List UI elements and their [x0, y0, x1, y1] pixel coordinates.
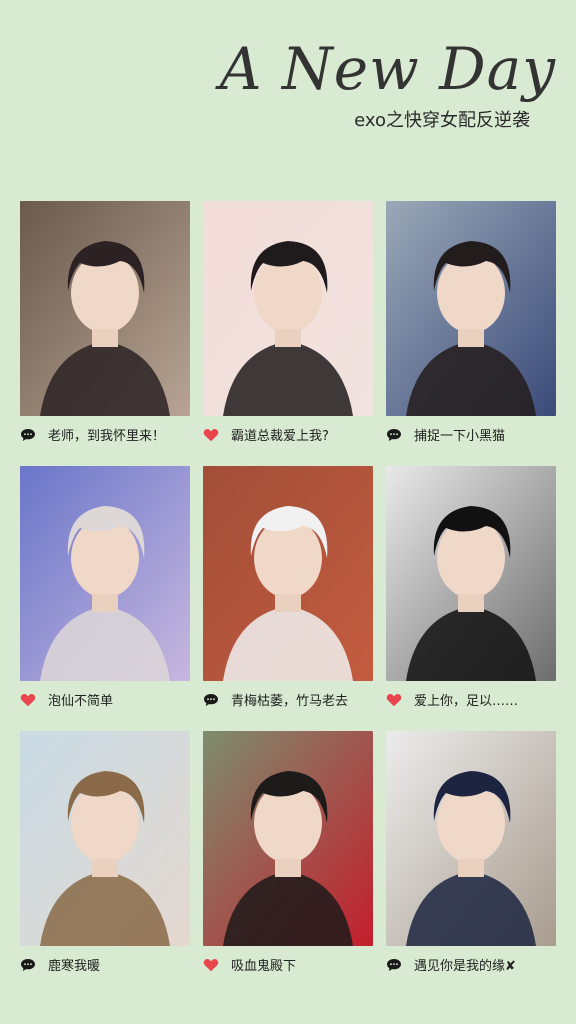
story-title: 吸血鬼殿下	[231, 959, 297, 974]
story-title: 青梅枯萎，竹马老去	[231, 694, 349, 709]
story-card[interactable]: 捕捉一下小黑猫	[386, 201, 556, 466]
comment-icon	[203, 693, 229, 707]
comment-icon	[20, 428, 46, 442]
story-card[interactable]: 青梅枯萎，竹马老去	[203, 466, 373, 731]
story-title: 遇见你是我的缘✘	[414, 959, 516, 974]
comment-icon	[386, 958, 412, 972]
photo-illustration	[386, 201, 556, 416]
story-cover-image[interactable]	[386, 466, 556, 681]
story-card[interactable]: 老师，到我怀里来！	[20, 201, 190, 466]
photo-illustration	[203, 201, 373, 416]
photo-illustration	[386, 731, 556, 946]
story-cover-image[interactable]	[203, 201, 373, 416]
story-cover-image[interactable]	[386, 731, 556, 946]
story-title: 爱上你，足以……	[414, 694, 519, 709]
app-title: A New Day	[219, 35, 556, 103]
story-cover-image[interactable]	[20, 466, 190, 681]
story-caption[interactable]: 遇见你是我的缘✘	[386, 955, 556, 974]
photo-illustration	[386, 466, 556, 681]
story-caption[interactable]: 老师，到我怀里来！	[20, 425, 190, 444]
story-caption[interactable]: 捕捉一下小黑猫	[386, 425, 556, 444]
story-cover-image[interactable]	[203, 466, 373, 681]
story-title: 鹿寒我暖	[48, 959, 101, 974]
photo-illustration	[20, 201, 190, 416]
story-caption[interactable]: 爱上你，足以……	[386, 690, 556, 709]
photo-illustration	[203, 731, 373, 946]
story-cover-image[interactable]	[20, 731, 190, 946]
story-title: 捕捉一下小黑猫	[414, 429, 506, 444]
story-title: 霸道总裁爱上我?	[231, 429, 329, 444]
story-card[interactable]: 鹿寒我暖	[20, 731, 190, 996]
story-title: 老师，到我怀里来！	[48, 429, 166, 444]
heart-icon	[203, 958, 229, 972]
story-card[interactable]: 泡仙不简单	[20, 466, 190, 731]
heart-icon	[203, 428, 229, 442]
header: A New Day exo之快穿女配反逆袭	[220, 40, 556, 132]
story-card[interactable]: 吸血鬼殿下	[203, 731, 373, 996]
story-caption[interactable]: 泡仙不简单	[20, 690, 190, 709]
story-cover-image[interactable]	[386, 201, 556, 416]
story-caption[interactable]: 吸血鬼殿下	[203, 955, 373, 974]
photo-illustration	[203, 466, 373, 681]
story-caption[interactable]: 霸道总裁爱上我?	[203, 425, 373, 444]
story-cover-image[interactable]	[203, 731, 373, 946]
story-caption[interactable]: 鹿寒我暖	[20, 955, 190, 974]
story-card[interactable]: 遇见你是我的缘✘	[386, 731, 556, 996]
story-card[interactable]: 爱上你，足以……	[386, 466, 556, 731]
story-title: 泡仙不简单	[48, 694, 114, 709]
story-grid: 老师，到我怀里来！ 霸道总裁爱上我? 捕捉一下小黑猫 泡仙不简单 青梅枯萎，竹马…	[20, 201, 556, 996]
story-caption[interactable]: 青梅枯萎，竹马老去	[203, 690, 373, 709]
story-cover-image[interactable]	[20, 201, 190, 416]
comment-icon	[20, 958, 46, 972]
story-card[interactable]: 霸道总裁爱上我?	[203, 201, 373, 466]
photo-illustration	[20, 731, 190, 946]
comment-icon	[386, 428, 412, 442]
heart-icon	[20, 693, 46, 707]
photo-illustration	[20, 466, 190, 681]
app-subtitle: exo之快穿女配反逆袭	[354, 110, 530, 131]
heart-icon	[386, 693, 412, 707]
